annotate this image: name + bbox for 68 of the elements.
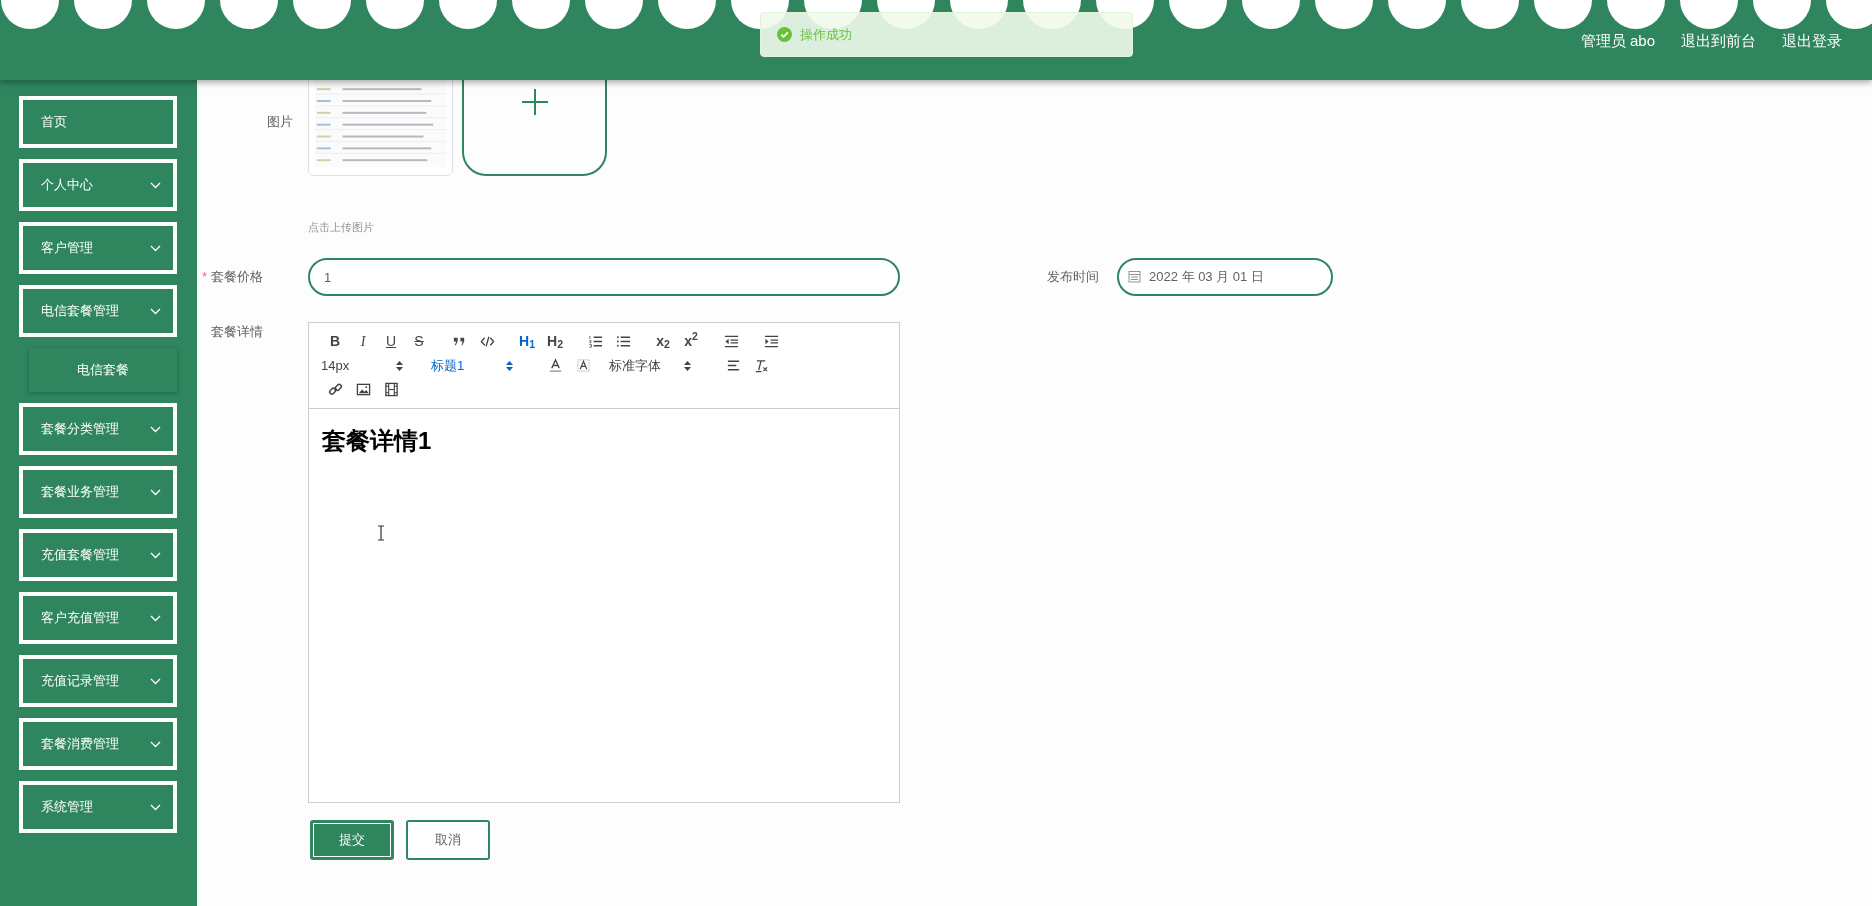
- sidebar-item[interactable]: 客户管理: [19, 222, 177, 274]
- required-mark: *: [201, 269, 207, 285]
- upload-hint: 点击上传图片: [308, 221, 374, 233]
- sidebar-item[interactable]: 电信套餐管理: [19, 285, 177, 337]
- sidebar-item[interactable]: 首页: [19, 96, 177, 148]
- font-color-icon: [547, 358, 563, 373]
- chevron-down-icon: [150, 488, 161, 496]
- toolbar-button[interactable]: x$_{2}$: [649, 331, 677, 352]
- sidebar-item[interactable]: 套餐消费管理: [19, 718, 177, 770]
- toolbar-button[interactable]: U: [377, 331, 405, 352]
- field-label: 图片: [266, 113, 294, 131]
- toolbar-button[interactable]: H$_{2}$: [541, 331, 569, 352]
- toolbar-button[interactable]: H$_{1}$: [513, 331, 541, 352]
- field-label: 发布时间: [1047, 268, 1100, 287]
- sidebar-item[interactable]: 套餐分类管理: [19, 403, 177, 455]
- outdent-icon: [723, 334, 739, 349]
- indent-icon: [763, 334, 779, 349]
- numbered-list-icon: [587, 334, 603, 349]
- sidebar-item[interactable]: 客户充值管理: [19, 592, 177, 644]
- highlight-icon: [575, 358, 591, 373]
- editor-content[interactable]: 套餐详情1: [308, 409, 900, 803]
- image-icon: [355, 382, 371, 397]
- chevron-down-icon: [150, 803, 161, 811]
- code-icon: [479, 334, 495, 349]
- film-icon: [383, 382, 399, 397]
- toolbar-button[interactable]: I: [349, 331, 377, 352]
- chevron-down-icon: [150, 614, 161, 622]
- chevron-down-icon: [150, 425, 161, 433]
- sidebar-item[interactable]: 个人中心: [19, 159, 177, 211]
- chevron-down-icon: [150, 677, 161, 685]
- submenu-item[interactable]: 电信套餐: [29, 348, 177, 392]
- header-link[interactable]: 退出到前台: [1681, 30, 1756, 53]
- chevron-down-icon: [150, 307, 161, 315]
- sidebar-item[interactable]: 充值记录管理: [19, 655, 177, 707]
- chevron-down-icon: [150, 740, 161, 748]
- sort-arrows-icon: [396, 360, 403, 371]
- header-link[interactable]: 退出登录: [1782, 30, 1842, 53]
- check-circle-icon: [777, 27, 792, 42]
- toolbar-dropdown[interactable]: 14px: [321, 355, 417, 376]
- date-input[interactable]: 2022 年 03 月 01 日: [1117, 258, 1333, 296]
- plus-icon: [521, 89, 548, 115]
- toolbar-button[interactable]: B: [321, 331, 349, 352]
- field-label: 套餐详情: [210, 323, 264, 341]
- price-input[interactable]: 1: [308, 258, 900, 296]
- toolbar-dropdown[interactable]: 标题1: [431, 355, 527, 376]
- bullet-list-icon: [615, 334, 631, 349]
- clear-format-icon: [753, 358, 769, 373]
- link-icon: [327, 382, 343, 397]
- toast-message: 操作成功: [800, 25, 852, 44]
- chevron-down-icon: [150, 244, 161, 252]
- toolbar-button[interactable]: S: [405, 331, 433, 352]
- field-label: 套餐价格: [211, 269, 263, 285]
- align-left-icon: [725, 358, 741, 373]
- content-heading: 套餐详情1: [322, 426, 433, 456]
- cancel-button[interactable]: 取消: [406, 820, 490, 860]
- sidebar-item[interactable]: 系统管理: [19, 781, 177, 833]
- chevron-down-icon: [150, 551, 161, 559]
- sidebar-item[interactable]: 充值套餐管理: [19, 529, 177, 581]
- sort-arrows-icon: [684, 360, 691, 371]
- sidebar-item[interactable]: 套餐业务管理: [19, 466, 177, 518]
- sort-arrows-icon: [506, 360, 513, 371]
- toolbar-button[interactable]: x$^{2}$: [677, 331, 705, 352]
- chevron-down-icon: [150, 181, 161, 189]
- toolbar-dropdown[interactable]: 标准字体: [609, 355, 705, 376]
- text-cursor-icon: [377, 525, 385, 541]
- header-link[interactable]: 管理员 abo: [1580, 30, 1655, 53]
- calendar-icon: [1128, 270, 1141, 283]
- submit-button[interactable]: 提交: [310, 820, 394, 860]
